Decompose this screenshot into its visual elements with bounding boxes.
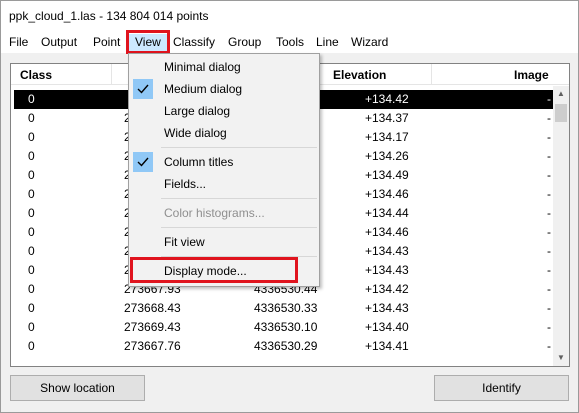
menu-item-label: Fit view <box>164 235 205 249</box>
cell-class: 0 <box>28 282 35 296</box>
cell-class: 0 <box>28 187 35 201</box>
cell-image: - <box>547 130 551 144</box>
cell-elevation: +134.43 <box>365 301 409 315</box>
cell-class: 0 <box>28 206 35 220</box>
menu-separator <box>161 147 317 148</box>
cell-image: - <box>547 263 551 277</box>
menu-tools[interactable]: Tools <box>276 34 304 51</box>
menu-item-color-histograms: Color histograms... <box>130 202 318 224</box>
cell-x: 273667.76 <box>124 339 181 353</box>
cell-y: 4336530.33 <box>254 301 318 315</box>
cell-elevation: +134.43 <box>365 263 409 277</box>
cell-image: - <box>547 244 551 258</box>
menu-classify[interactable]: Classify <box>173 34 215 51</box>
cell-image: - <box>547 149 551 163</box>
vertical-scrollbar[interactable]: ▲ ▼ <box>553 86 569 366</box>
cell-elevation: +134.26 <box>365 149 409 163</box>
window-title: ppk_cloud_1.las - 134 804 014 points <box>9 9 209 23</box>
cell-image: - <box>547 339 551 353</box>
cell-elevation: +134.42 <box>365 92 409 106</box>
scrollbar-thumb[interactable] <box>555 104 567 122</box>
show-location-button[interactable]: Show location <box>10 375 145 401</box>
menu-item-label: Column titles <box>164 155 234 169</box>
cell-class: 0 <box>28 263 35 277</box>
view-menu-highlight-box <box>126 30 170 54</box>
menu-item-minimal-dialog[interactable]: Minimal dialog <box>130 56 318 78</box>
menu-item-label: Color histograms... <box>164 206 265 220</box>
cell-elevation: +134.46 <box>365 187 409 201</box>
cell-class: 0 <box>28 339 35 353</box>
app-window: ppk_cloud_1.las - 134 804 014 points Fil… <box>0 0 579 413</box>
menu-separator <box>161 198 317 199</box>
cell-image: - <box>547 206 551 220</box>
menu-group[interactable]: Group <box>228 34 261 51</box>
column-image[interactable]: Image <box>514 68 549 82</box>
cell-class: 0 <box>28 301 35 315</box>
menu-item-label: Wide dialog <box>164 126 227 140</box>
cell-elevation: +134.42 <box>365 282 409 296</box>
cell-image: - <box>547 320 551 334</box>
cell-image: - <box>547 282 551 296</box>
cell-image: - <box>547 92 551 106</box>
menu-item-wide-dialog[interactable]: Wide dialog <box>130 122 318 144</box>
check-icon <box>133 152 153 172</box>
cell-class: 0 <box>28 111 35 125</box>
cell-class: 0 <box>28 225 35 239</box>
cell-class: 0 <box>28 244 35 258</box>
menu-item-label: Large dialog <box>164 104 231 118</box>
cell-image: - <box>547 225 551 239</box>
cell-elevation: +134.43 <box>365 244 409 258</box>
table-row[interactable]: 0 273667.76 4336530.29 +134.41 - <box>14 337 553 356</box>
menu-line[interactable]: Line <box>316 34 339 51</box>
menu-file[interactable]: File <box>9 34 28 51</box>
menu-item-medium-dialog[interactable]: Medium dialog <box>130 78 318 100</box>
column-elevation[interactable]: Elevation <box>333 68 386 82</box>
column-class[interactable]: Class <box>20 68 52 82</box>
view-dropdown-menu: Minimal dialog Medium dialog Large dialog W… <box>128 53 320 287</box>
column-divider <box>111 64 112 85</box>
identify-button[interactable]: Identify <box>434 375 569 401</box>
cell-image: - <box>547 301 551 315</box>
cell-image: - <box>547 111 551 125</box>
menu-item-large-dialog[interactable]: Large dialog <box>130 100 318 122</box>
cell-y: 4336530.10 <box>254 320 318 334</box>
menu-separator <box>161 227 317 228</box>
menu-item-label: Fields... <box>164 177 207 191</box>
cell-elevation: +134.49 <box>365 168 409 182</box>
table-row[interactable]: 0 273669.43 4336530.10 +134.40 - <box>14 318 553 337</box>
menu-item-label: Minimal dialog <box>164 60 241 74</box>
menu-item-fit-view[interactable]: Fit view <box>130 231 318 253</box>
column-divider <box>431 64 432 85</box>
menu-item-column-titles[interactable]: Column titles <box>130 151 318 173</box>
cell-x: 273668.43 <box>124 301 181 315</box>
cell-elevation: +134.44 <box>365 206 409 220</box>
cell-y: 4336530.29 <box>254 339 318 353</box>
display-mode-highlight-box <box>130 257 298 283</box>
cell-x: 273669.43 <box>124 320 181 334</box>
cell-elevation: +134.40 <box>365 320 409 334</box>
cell-image: - <box>547 187 551 201</box>
scroll-up-arrow-icon[interactable]: ▲ <box>553 86 569 102</box>
menu-wizard[interactable]: Wizard <box>351 34 388 51</box>
cell-elevation: +134.37 <box>365 111 409 125</box>
cell-class: 0 <box>28 149 35 163</box>
menu-item-fields[interactable]: Fields... <box>130 173 318 195</box>
cell-elevation: +134.17 <box>365 130 409 144</box>
menu-point[interactable]: Point <box>93 34 120 51</box>
cell-elevation: +134.41 <box>365 339 409 353</box>
menu-output[interactable]: Output <box>41 34 77 51</box>
cell-class: 0 <box>28 168 35 182</box>
cell-class: 0 <box>28 92 35 106</box>
table-row[interactable]: 0 273668.43 4336530.33 +134.43 - <box>14 299 553 318</box>
cell-class: 0 <box>28 130 35 144</box>
cell-image: - <box>547 168 551 182</box>
cell-elevation: +134.46 <box>365 225 409 239</box>
scroll-down-arrow-icon[interactable]: ▼ <box>553 350 569 366</box>
title-bar: ppk_cloud_1.las - 134 804 014 points <box>1 1 578 31</box>
check-icon <box>133 79 153 99</box>
menu-item-label: Medium dialog <box>164 82 243 96</box>
cell-class: 0 <box>28 320 35 334</box>
menu-bar: File Output Point View Classify Group To… <box>1 31 578 53</box>
